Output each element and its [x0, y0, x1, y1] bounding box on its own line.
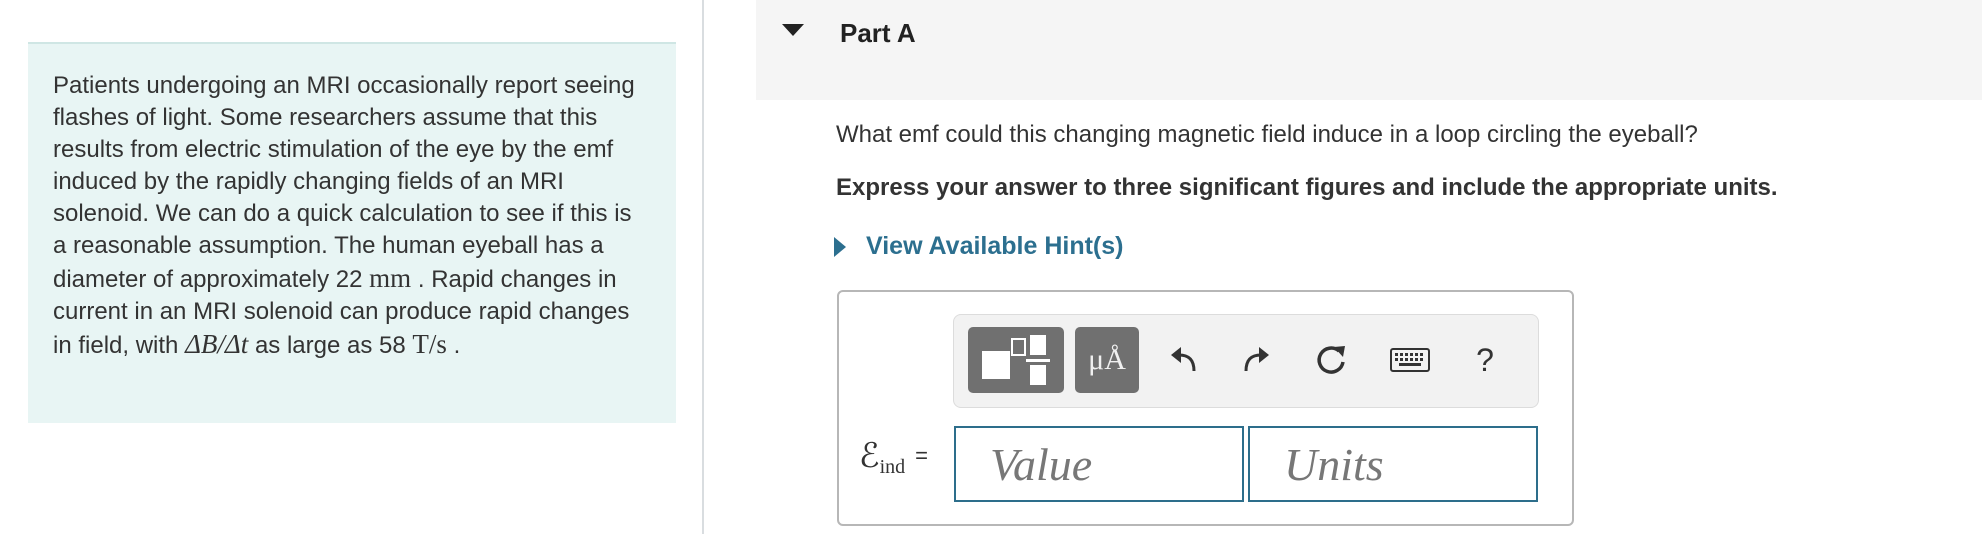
diameter-unit: mm: [369, 263, 412, 293]
question-text: What emf could this changing magnetic fi…: [836, 121, 1698, 148]
reset-icon: [1317, 346, 1345, 374]
instruction-text: Express your answer to three significant…: [836, 174, 1778, 201]
problem-text-end: .: [453, 332, 461, 359]
fraction-template-button[interactable]: [968, 327, 1064, 393]
page: Patients undergoing an MRI occasionally …: [0, 0, 1982, 534]
problem-text-part-1: Patients undergoing an MRI occasionally …: [53, 72, 635, 293]
problem-statement-panel: Patients undergoing an MRI occasionally …: [28, 42, 676, 423]
problem-text: Patients undergoing an MRI occasionally …: [53, 70, 650, 362]
value-input[interactable]: [954, 426, 1244, 502]
emf-subscript: ind: [879, 456, 906, 478]
expand-hint-arrow-icon: [834, 236, 846, 257]
rate-expression: ΔB/Δt: [185, 329, 249, 359]
redo-icon: [1244, 347, 1269, 372]
part-header: Part A: [756, 0, 1982, 100]
keyboard-button[interactable]: [1386, 337, 1434, 383]
undo-icon: [1171, 347, 1196, 372]
problem-text-part-3: as large as 58: [254, 332, 406, 359]
view-hints-link[interactable]: View Available Hint(s): [834, 232, 1123, 261]
keyboard-icon: [1390, 348, 1430, 372]
help-button[interactable]: ?: [1464, 337, 1506, 383]
hint-link-label: View Available Hint(s): [866, 232, 1124, 260]
equals-sign: =: [915, 443, 929, 468]
part-title: Part A: [840, 18, 916, 48]
fraction-template-icon: [982, 335, 1050, 385]
redo-button[interactable]: [1236, 337, 1278, 383]
undo-button[interactable]: [1162, 337, 1204, 383]
vertical-divider: [702, 0, 704, 534]
answer-box: μÅ ? ℰind = Value Units: [837, 290, 1574, 526]
units-input[interactable]: [1248, 426, 1538, 502]
reset-button[interactable]: [1310, 337, 1352, 383]
collapse-part-toggle-icon[interactable]: [782, 24, 804, 36]
emf-label: ℰind =: [859, 436, 928, 479]
emf-symbol: ℰ: [859, 438, 880, 475]
units-button[interactable]: μÅ: [1075, 327, 1139, 393]
math-toolbar: μÅ ?: [953, 314, 1539, 408]
rate-unit: T/s: [412, 329, 447, 359]
